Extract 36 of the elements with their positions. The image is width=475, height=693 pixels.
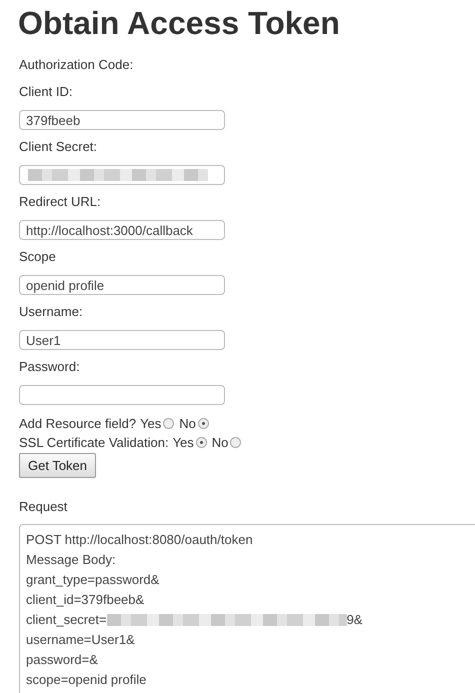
page-title: Obtain Access Token: [18, 4, 341, 42]
input-field[interactable]: User1: [19, 330, 225, 350]
radio-label: No: [212, 434, 228, 452]
request-line: 9&: [346, 611, 362, 629]
request-textarea[interactable]: POST http://localhost:8080/oauth/token Message Body: grant_type=password& client_id=379fbeeb& client_secret= 9& username=User1& password=& scope=openid profile: [19, 524, 475, 693]
radio-button[interactable]: [163, 418, 174, 429]
request-label: Request: [19, 498, 68, 516]
radio-button[interactable]: [196, 437, 207, 448]
field-label: Username:: [19, 303, 84, 321]
section-label: Authorization Code:: [19, 56, 134, 74]
request-line: username=User1&: [26, 631, 136, 649]
field-label: Client ID:: [19, 83, 74, 101]
radio-button[interactable]: [198, 418, 209, 429]
field-label: Scope: [19, 248, 57, 266]
option-label: Add Resource field?: [19, 415, 136, 433]
request-line: grant_type=password&: [26, 571, 160, 589]
field-label: Client Secret:: [19, 138, 98, 156]
option-label: SSL Certificate Validation:: [19, 434, 169, 452]
request-line: POST http://localhost:8080/oauth/token: [26, 531, 254, 549]
radio-label: No: [179, 415, 196, 433]
input-field[interactable]: [19, 385, 225, 405]
radio-label: Yes: [140, 415, 162, 433]
radio-label: Yes: [172, 434, 194, 452]
field-label: Password:: [19, 358, 81, 376]
request-line: scope=openid profile: [26, 671, 148, 689]
radio-button[interactable]: [230, 437, 242, 448]
get-token-button[interactable]: Get Token: [19, 453, 96, 478]
request-line: client_secret=: [26, 611, 107, 629]
input-field[interactable]: 379fbeeb: [19, 110, 225, 130]
input-field[interactable]: http://localhost:3000/callback: [19, 220, 225, 240]
field-label: Redirect URL:: [19, 193, 102, 211]
request-line: Message Body:: [26, 551, 117, 569]
input-field[interactable]: openid profile: [19, 275, 225, 295]
request-line: password=&: [26, 651, 99, 669]
request-line: client_id=379fbeeb&: [26, 591, 146, 609]
input-field[interactable]: [19, 165, 225, 185]
